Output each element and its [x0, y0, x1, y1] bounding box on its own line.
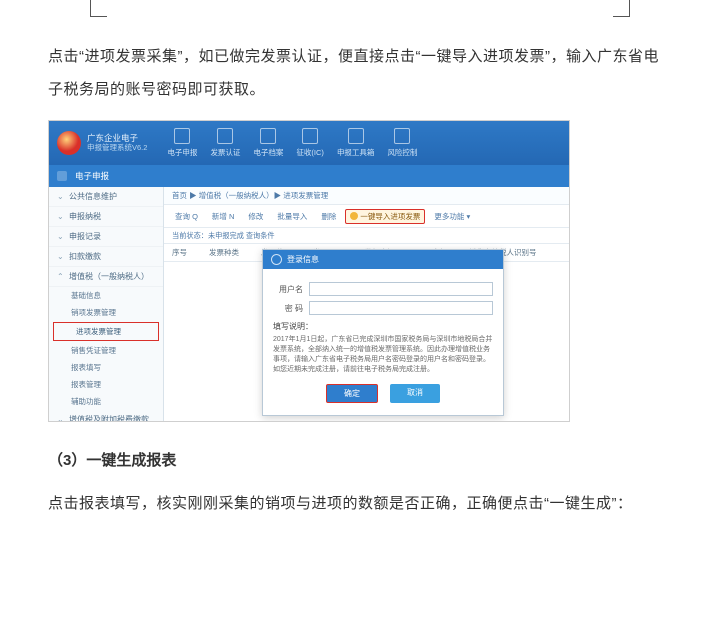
tab-eshenbao[interactable]: 电子申报 [167, 128, 197, 158]
ribbon-icon [57, 171, 67, 181]
tbtn-import[interactable]: 批量导入 [272, 209, 312, 224]
btn-cancel[interactable]: 取消 [390, 384, 440, 403]
tbtn-query[interactable]: 查询 Q [170, 209, 203, 224]
btn-confirm[interactable]: 确定 [326, 384, 378, 403]
ribbon: 电子申报 [49, 165, 569, 187]
sidebar-sub[interactable]: 报表填写 [49, 359, 163, 376]
app-logo-icon [57, 131, 81, 155]
tab-icon [394, 128, 410, 144]
crop-mark-tr [613, 0, 630, 17]
app-brand: 广东企业电子 申报管理系统V6.2 [87, 134, 147, 152]
dialog-title: 登录信息 [263, 250, 503, 269]
tab-icon [348, 128, 364, 144]
tbtn-del[interactable]: 删除 [316, 209, 341, 224]
hint-title: 填写说明： [273, 321, 493, 332]
section-heading: （3）一键生成报表 [48, 444, 672, 477]
breadcrumb: 首页 ▶ 增值税（一般纳税人）▶ 进项发票管理 [164, 187, 569, 205]
tab-fxtc[interactable]: 风险控制 [387, 128, 417, 158]
th: 序号 [172, 247, 187, 258]
tab-icon [260, 128, 276, 144]
input-pass[interactable] [309, 301, 493, 315]
subtoolbar: 当前状态：未申报完成 查询条件 [164, 228, 569, 244]
info-icon [271, 254, 282, 265]
tab-sbgjx[interactable]: 申报工具箱 [337, 128, 375, 158]
input-user[interactable] [309, 282, 493, 296]
sidebar-sub[interactable]: 销项发票管理 [49, 304, 163, 321]
tab-icon [217, 128, 233, 144]
toolbar: 查询 Q 新增 N 修改 批量导入 删除 一键导入进项发票 更多功能 ▾ [164, 205, 569, 228]
tab-icon [302, 128, 318, 144]
paragraph-body: 点击报表填写，核实刚刚采集的销项与进项的数额是否正确，正确便点击“一键生成”： [48, 487, 672, 520]
sidebar-sub[interactable]: 销售凭证管理 [49, 342, 163, 359]
tab-dzcx[interactable]: 电子档案 [253, 128, 283, 158]
tbtn-edit[interactable]: 修改 [243, 209, 268, 224]
tbtn-more[interactable]: 更多功能 ▾ [429, 209, 475, 224]
sidebar-item[interactable]: ⌄扣款缴款 [49, 247, 163, 267]
tbtn-add[interactable]: 新增 N [207, 209, 240, 224]
login-dialog: 登录信息 用户名 密 码 填写说明： 2017年1月1日起，广东省已完成深圳市国… [262, 249, 504, 416]
app-header: 广东企业电子 申报管理系统V6.2 电子申报 发票认证 电子档案 征收(IC) … [49, 121, 569, 165]
tbtn-onekey-import[interactable]: 一键导入进项发票 [345, 209, 425, 224]
label-user: 用户名 [273, 284, 303, 295]
sidebar-sub-jxfp[interactable]: 进项发票管理 [53, 322, 159, 341]
th: 发票种类 [209, 247, 239, 258]
sidebar-item[interactable]: ⌄公共信息维护 [49, 187, 163, 207]
label-pass: 密 码 [273, 303, 303, 314]
sidebar-sub[interactable]: 报表管理 [49, 376, 163, 393]
hint-body: 2017年1月1日起，广东省已完成深圳市国家税务局与深圳市地税局合并发票系统，全… [273, 335, 493, 376]
sidebar-item[interactable]: ⌄增值税及附加税费缴款 [49, 410, 163, 422]
crop-mark-tl [90, 0, 107, 17]
sidebar-sub[interactable]: 基础信息 [49, 287, 163, 304]
app-screenshot: 广东企业电子 申报管理系统V6.2 电子申报 发票认证 电子档案 征收(IC) … [48, 120, 570, 422]
ribbon-title: 电子申报 [75, 170, 109, 182]
gold-dot-icon [350, 212, 358, 220]
paragraph-intro: 点击“进项发票采集”，如已做完发票认证，便直接点击“一键导入进项发票”，输入广东… [48, 40, 672, 106]
sidebar-item[interactable]: ⌄申报纳税 [49, 207, 163, 227]
top-tabs: 电子申报 发票认证 电子档案 征收(IC) 申报工具箱 风险控制 [167, 128, 417, 158]
sidebar: ⌄公共信息维护 ⌄申报纳税 ⌄申报记录 ⌄扣款缴款 ⌃增值税（一般纳税人） 基础… [49, 187, 164, 421]
tab-zqzx[interactable]: 征收(IC) [296, 128, 324, 158]
sidebar-item[interactable]: ⌄申报记录 [49, 227, 163, 247]
sidebar-item-zzs[interactable]: ⌃增值税（一般纳税人） [49, 267, 163, 287]
tab-icon [174, 128, 190, 144]
sidebar-sub[interactable]: 辅助功能 [49, 393, 163, 410]
brand-line2: 申报管理系统V6.2 [87, 144, 147, 152]
tab-fapiaorz[interactable]: 发票认证 [210, 128, 240, 158]
